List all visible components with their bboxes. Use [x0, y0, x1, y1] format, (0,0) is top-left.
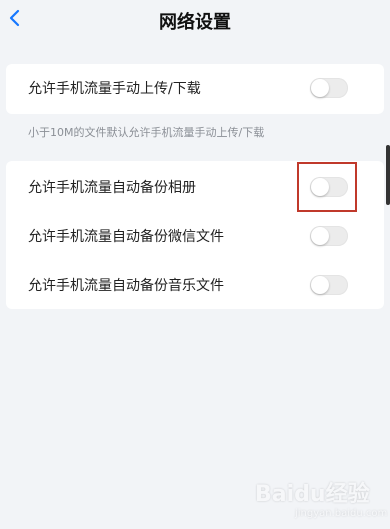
setting-row-manual-transfer: 允许手机流量手动上传/下载	[6, 64, 384, 112]
hint-text: 小于10M的文件默认允许手机流量手动上传/下载	[28, 126, 265, 139]
toggle-backup-music[interactable]	[310, 275, 348, 295]
setting-label: 允许手机流量自动备份微信文件	[28, 229, 224, 245]
toggle-backup-wechat[interactable]	[310, 226, 348, 246]
setting-label: 允许手机流量自动备份相册	[28, 180, 196, 196]
toggle-knob	[311, 79, 329, 97]
setting-row-backup-wechat: 允许手机流量自动备份微信文件	[6, 212, 384, 260]
setting-row-backup-music: 允许手机流量自动备份音乐文件	[6, 261, 384, 309]
page-title: 网络设置	[159, 12, 231, 33]
annotation-highlight-box	[297, 162, 357, 212]
settings-card-manual: 允许手机流量手动上传/下载	[6, 64, 384, 114]
scrollbar[interactable]	[386, 145, 390, 205]
toggle-knob	[311, 227, 329, 245]
toggle-knob	[311, 276, 329, 294]
watermark-url: jingyan.baidu.com	[295, 508, 388, 519]
watermark: Baidu经验 jingyan.baidu.com	[255, 476, 388, 526]
setting-label: 允许手机流量自动备份音乐文件	[28, 278, 224, 294]
header-bar: 网络设置	[0, 0, 390, 40]
watermark-logo: Baidu经验	[255, 482, 370, 507]
setting-label: 允许手机流量手动上传/下载	[28, 81, 201, 97]
toggle-manual-transfer[interactable]	[310, 78, 348, 98]
